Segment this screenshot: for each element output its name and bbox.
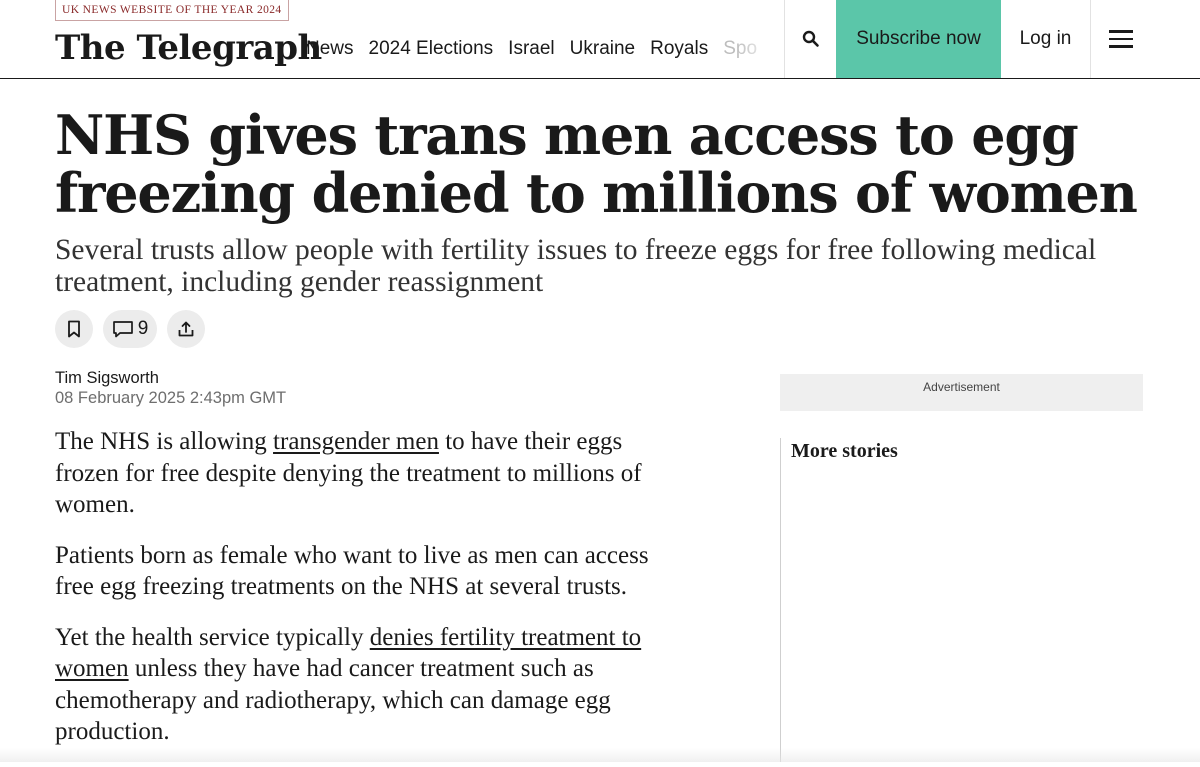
menu-button[interactable] <box>1090 0 1152 78</box>
nav-item-news[interactable]: News <box>306 38 354 60</box>
bookmark-icon <box>68 320 80 338</box>
nav-fade-overlay <box>736 38 776 60</box>
search-button[interactable] <box>784 0 837 78</box>
advertisement-label: Advertisement <box>923 380 1000 394</box>
paragraph: Patients born as female who want to live… <box>55 541 649 601</box>
hamburger-menu-icon <box>1109 30 1133 48</box>
article-standfirst: Several trusts allow people with fertili… <box>55 234 1097 298</box>
paragraph: Yet the health service typically denies … <box>55 623 642 746</box>
comments-button[interactable]: 9 <box>103 310 157 348</box>
bookmark-button[interactable] <box>55 310 93 348</box>
paragraph: The NHS is allowing transgender men to h… <box>55 428 642 518</box>
article-body: The NHS is allowing transgender men to h… <box>55 426 675 767</box>
nav-item-ukraine[interactable]: Ukraine <box>570 38 635 60</box>
main-nav: News2024 ElectionsIsraelUkraineRoyalsSpo <box>306 38 776 60</box>
publish-date: 08 February 2025 2:43pm GMT <box>55 389 287 407</box>
article-headline: NHS gives trans men access to egg freezi… <box>55 103 1138 225</box>
site-header: UK NEWS WEBSITE OF THE YEAR 2024 The Tel… <box>0 0 1200 79</box>
login-button[interactable]: Log in <box>1001 0 1091 78</box>
more-stories-title: More stories <box>791 440 898 462</box>
link-transgender-men[interactable]: transgender men <box>273 428 439 455</box>
telegraph-logo[interactable]: The Telegraph <box>55 26 322 70</box>
advertisement-slot[interactable]: Advertisement <box>780 374 1143 411</box>
author-name[interactable]: Tim Sigsworth <box>55 368 286 388</box>
nav-item-elections[interactable]: 2024 Elections <box>369 38 494 60</box>
search-icon <box>802 30 819 47</box>
nav-item-royals[interactable]: Royals <box>650 38 708 60</box>
award-banner: UK NEWS WEBSITE OF THE YEAR 2024 <box>55 0 289 21</box>
subscribe-button[interactable]: Subscribe now <box>836 0 1001 78</box>
share-button[interactable] <box>167 310 205 348</box>
byline: Tim Sigsworth 08 February 2025 2:43pm GM… <box>55 368 286 408</box>
comment-icon <box>112 321 133 338</box>
comment-count: 9 <box>137 318 149 339</box>
share-icon <box>178 321 194 337</box>
page-bottom-shadow <box>0 748 1200 762</box>
more-stories-panel: More stories <box>780 438 1144 762</box>
nav-item-israel[interactable]: Israel <box>508 38 554 60</box>
article-actions: 9 <box>55 310 205 348</box>
